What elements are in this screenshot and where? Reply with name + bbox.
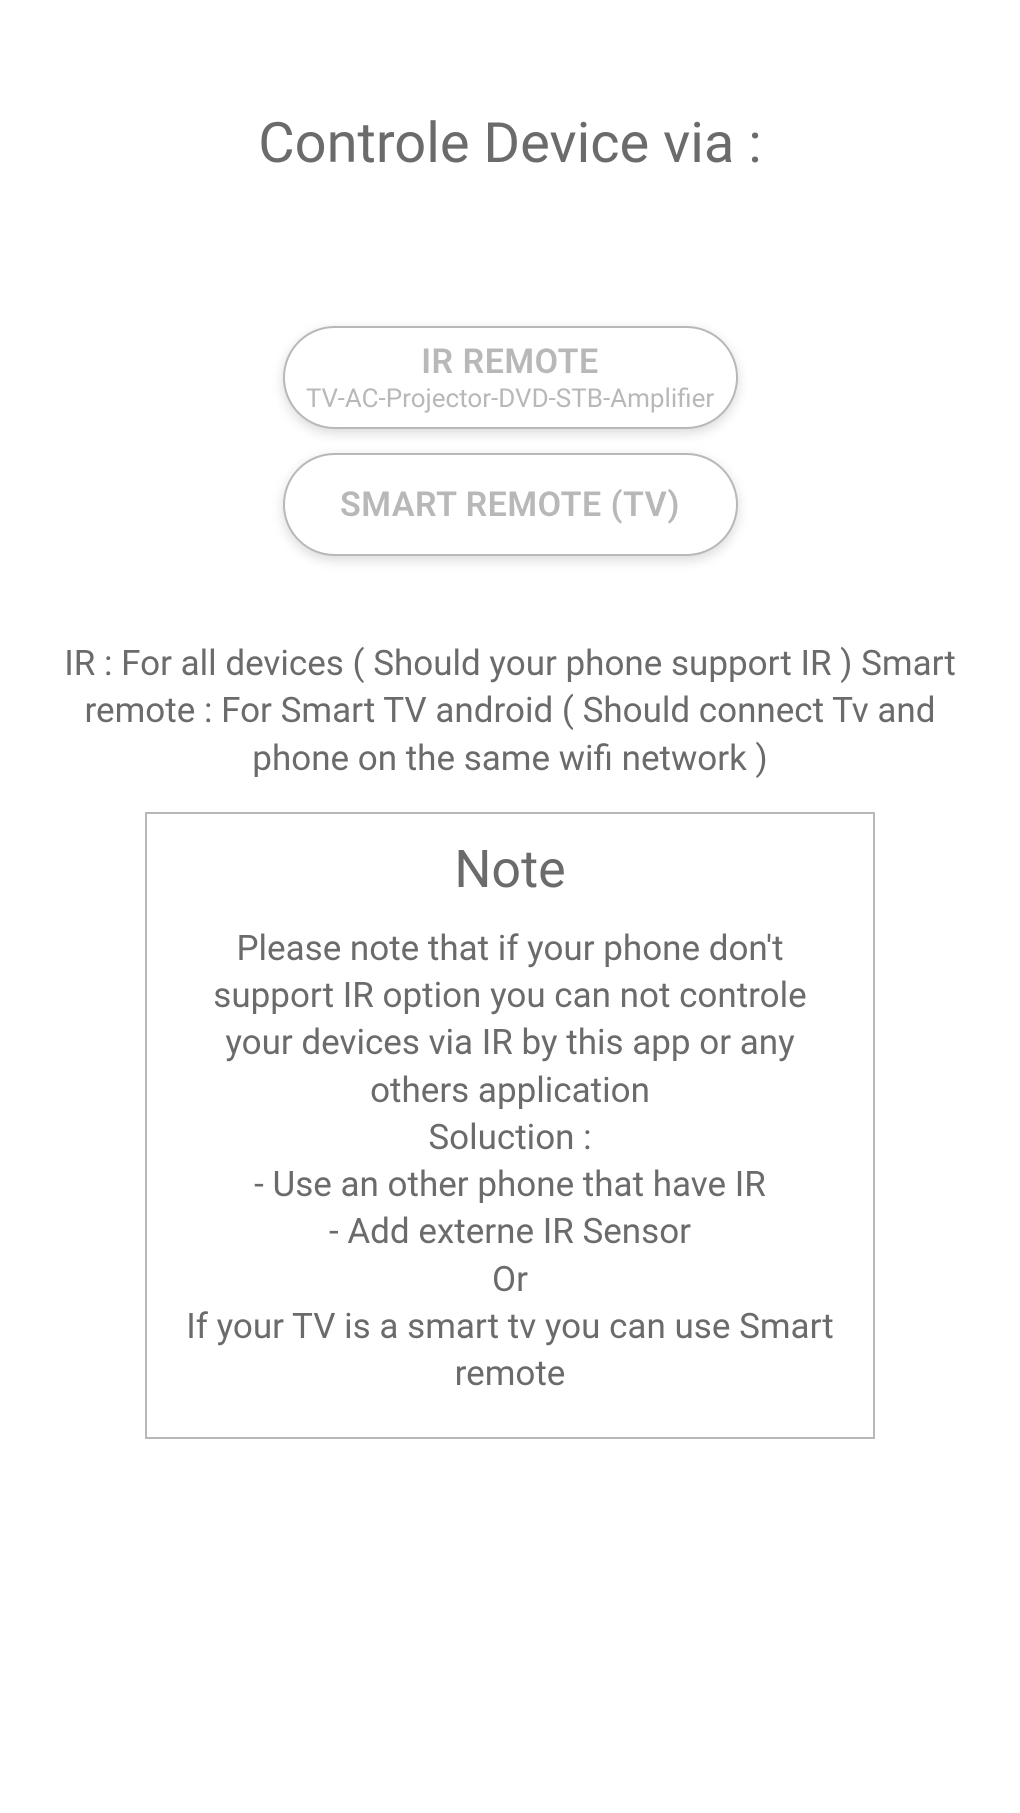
main-container: Controle Device via : IR REMOTE TV-AC-Pr… xyxy=(0,0,1020,1813)
note-box: Note Please note that if your phone don'… xyxy=(145,812,875,1440)
smart-remote-button[interactable]: SMART REMOTE (TV) xyxy=(283,453,738,556)
ir-remote-button[interactable]: IR REMOTE TV-AC-Projector-DVD-STB-Amplif… xyxy=(283,326,738,429)
smart-remote-label: SMART REMOTE (TV) xyxy=(340,485,680,525)
page-title: Controle Device via : xyxy=(258,110,762,176)
ir-remote-subtitle: TV-AC-Projector-DVD-STB-Amplifier xyxy=(306,384,714,414)
ir-remote-label: IR REMOTE xyxy=(421,342,598,382)
note-body: Please note that if your phone don't sup… xyxy=(177,925,843,1398)
note-title: Note xyxy=(177,839,843,900)
info-text: IR : For all devices ( Should your phone… xyxy=(0,640,1020,782)
